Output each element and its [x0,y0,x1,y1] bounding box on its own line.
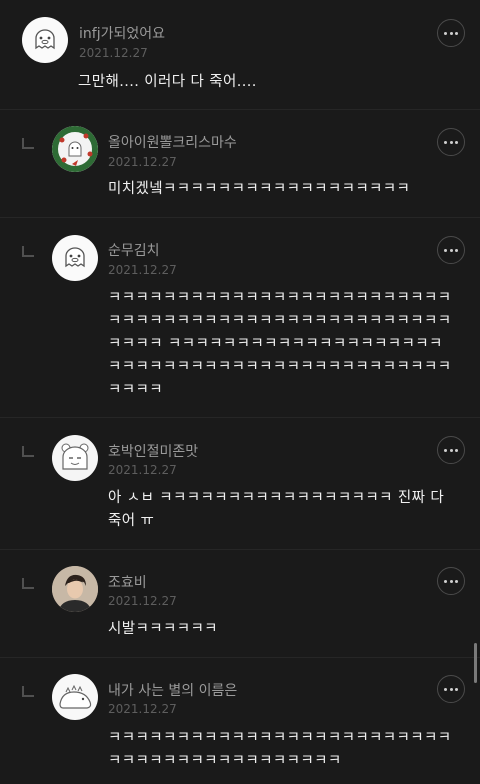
christmas-wreath-avatar [52,126,98,172]
comment-text: 아 ㅅㅂ ㅋㅋㅋㅋㅋㅋㅋㅋㅋㅋㅋㅋㅋㅋㅋㅋㅋ 진짜 다 죽어 ㅠ [108,490,445,529]
avatar[interactable] [52,674,98,720]
comment-author[interactable]: infj가되었어요 [79,23,165,43]
comment-reply-item: 호박인절미존맛 2021.12.27 아 ㅅㅂ ㅋㅋㅋㅋㅋㅋㅋㅋㅋㅋㅋㅋㅋㅋㅋㅋ… [0,418,480,550]
comment-date: 2021.12.27 [79,46,148,60]
comment-author[interactable]: 올아이원뽈크리스마수 [108,132,237,152]
more-options-button[interactable] [437,128,465,156]
comment-date: 2021.12.27 [108,702,177,716]
avatar[interactable] [52,566,98,612]
reply-arrow-icon [22,246,34,257]
more-options-button[interactable] [437,567,465,595]
comment-text: ㅋㅋㅋㅋㅋㅋㅋㅋㅋㅋㅋㅋㅋㅋㅋㅋㅋㅋㅋㅋㅋㅋㅋㅋㅋㅋㅋㅋㅋㅋㅋㅋㅋㅋㅋㅋㅋㅋㅋㅋ… [108,730,452,769]
avatar[interactable] [52,126,98,172]
comment-date: 2021.12.27 [108,155,177,169]
bear-avatar-icon [61,443,89,470]
more-options-button[interactable] [437,19,465,47]
comment-text: 시발ㅋㅋㅋㅋㅋㅋ [108,621,218,637]
reply-arrow-icon [22,686,34,697]
more-options-button[interactable] [437,675,465,703]
comment-author[interactable]: 조효비 [108,572,147,592]
person-photo-avatar [52,566,98,612]
comment-date: 2021.12.27 [108,463,177,477]
comment-text: 미치겠넼ㅋㅋㅋㅋㅋㅋㅋㅋㅋㅋㅋㅋㅋㅋㅋㅋㅋㅋ [108,181,411,197]
more-options-button[interactable] [437,436,465,464]
reply-arrow-icon [22,138,34,149]
comment-date: 2021.12.27 [108,263,177,277]
comment-text: ㅋㅋㅋㅋㅋㅋㅋㅋㅋㅋㅋㅋㅋㅋㅋㅋㅋㅋㅋㅋㅋㅋㅋㅋㅋㅋㅋㅋㅋㅋㅋㅋㅋㅋㅋㅋㅋㅋㅋㅋ… [108,290,452,398]
comment-author[interactable]: 호박인절미존맛 [108,441,198,461]
more-options-button[interactable] [437,236,465,264]
reply-arrow-icon [22,578,34,589]
avatar[interactable] [52,235,98,281]
reply-arrow-icon [22,446,34,457]
avatar[interactable] [22,17,68,63]
ghost-avatar-icon [35,29,55,50]
dinosaur-avatar-icon [59,684,92,709]
comment-date: 2021.12.27 [108,594,177,608]
avatar[interactable] [52,435,98,481]
comment-item: infj가되었어요 2021.12.27 그만해.... 이러다 다 죽어...… [0,0,480,110]
comment-reply-item: 올아이원뽈크리스마수 2021.12.27 미치겠넼ㅋㅋㅋㅋㅋㅋㅋㅋㅋㅋㅋㅋㅋㅋ… [0,110,480,218]
scrollbar[interactable] [474,643,477,683]
comment-reply-item: 조효비 2021.12.27 시발ㅋㅋㅋㅋㅋㅋ [0,550,480,658]
comment-author[interactable]: 내가 사는 별의 이름은 [108,680,237,700]
comment-reply-item: 순무김치 2021.12.27 ㅋㅋㅋㅋㅋㅋㅋㅋㅋㅋㅋㅋㅋㅋㅋㅋㅋㅋㅋㅋㅋㅋㅋㅋ… [0,218,480,418]
comment-reply-item: 내가 사는 별의 이름은 2021.12.27 ㅋㅋㅋㅋㅋㅋㅋㅋㅋㅋㅋㅋㅋㅋㅋㅋ… [0,658,480,784]
comment-text: 그만해.... 이러다 다 죽어.... [78,74,257,90]
comment-author[interactable]: 순무김치 [108,240,160,260]
ghost-avatar-icon [65,247,85,268]
